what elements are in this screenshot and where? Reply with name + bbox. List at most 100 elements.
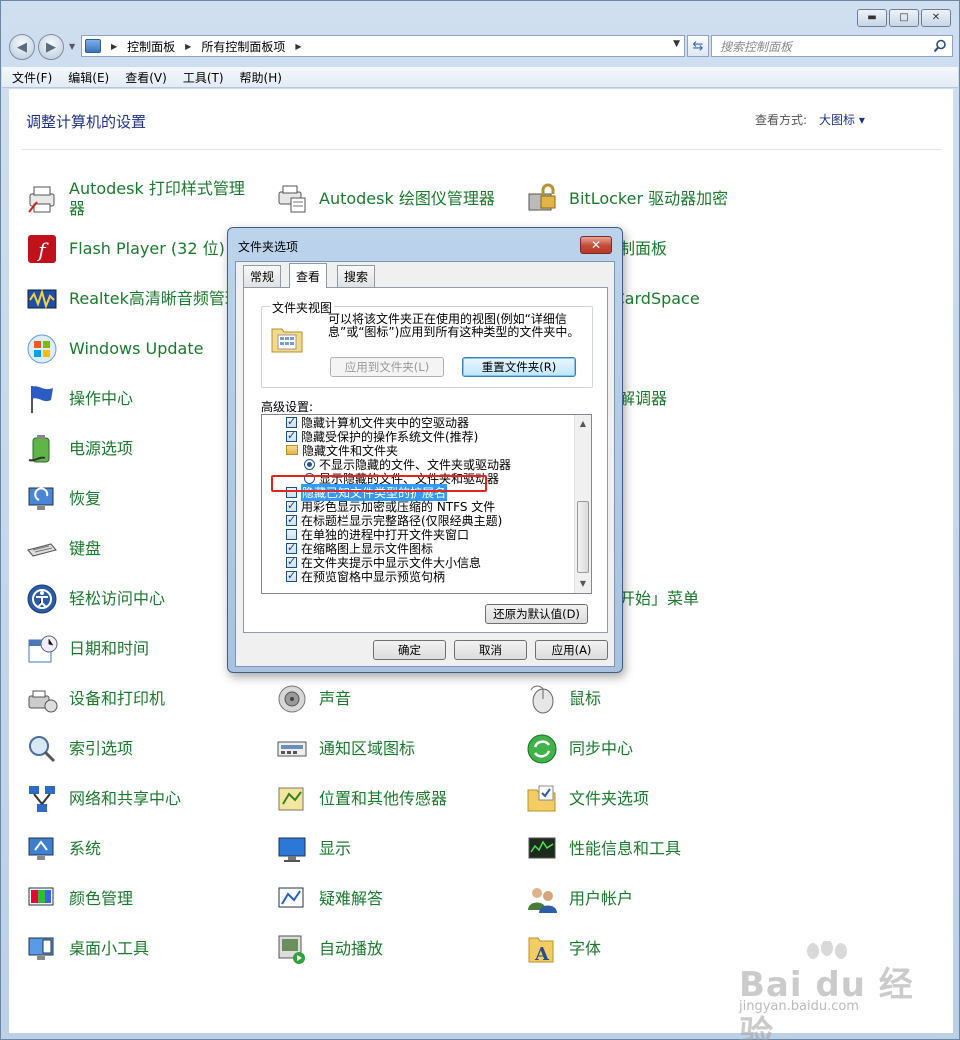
cp-item-sync-center[interactable]: 同步中心 <box>525 729 633 769</box>
back-button[interactable]: ◀ <box>9 34 35 60</box>
cp-item-desktop-gadgets[interactable]: 桌面小工具 <box>25 929 149 969</box>
cp-item-label: 桌面小工具 <box>69 939 150 958</box>
cp-item-ease-of-access[interactable]: 轻松访问中心 <box>25 579 165 619</box>
breadcrumb-separator-icon[interactable]: ▶ <box>185 42 191 51</box>
cp-item-sound[interactable]: 声音 <box>275 679 351 719</box>
address-bar[interactable]: ▶ 控制面板 ▶ 所有控制面板项 ▶ ▼ <box>81 35 685 57</box>
breadcrumb-all-items[interactable]: 所有控制面板项 <box>201 38 285 55</box>
tab-search[interactable]: 搜索 <box>337 265 376 287</box>
checkbox[interactable] <box>286 513 297 526</box>
checkbox[interactable] <box>286 569 297 582</box>
cp-item-recovery[interactable]: 恢复 <box>25 479 101 519</box>
menu-view[interactable]: 查看(V) <box>125 69 167 86</box>
cp-item-power-options[interactable]: 电源选项 <box>25 429 133 469</box>
settings-scrollbar[interactable]: ▲ ▼ <box>574 415 591 593</box>
breadcrumb-control-panel[interactable]: 控制面板 <box>127 38 175 55</box>
checkbox[interactable] <box>286 528 297 540</box>
forward-arrow-icon: ▶ <box>46 39 56 55</box>
annotation-highlight-box <box>271 475 487 492</box>
apply-button[interactable]: 应用(A) <box>535 640 608 660</box>
breadcrumb-separator-icon[interactable]: ▶ <box>295 42 301 51</box>
search-icon[interactable] <box>933 39 947 53</box>
advanced-settings-list[interactable]: 隐藏计算机文件夹中的空驱动器 隐藏受保护的操作系统文件(推荐) 隐藏文件和文件夹… <box>261 414 592 594</box>
restore-defaults-button[interactable]: 还原为默认值(D) <box>485 604 588 624</box>
battery-icon <box>28 435 50 463</box>
menu-tools[interactable]: 工具(T) <box>183 69 224 86</box>
checkbox[interactable] <box>286 555 297 568</box>
cp-item-action-center[interactable]: 操作中心 <box>25 379 133 419</box>
folder-icon <box>286 445 298 455</box>
divider <box>21 149 941 150</box>
reset-folders-button[interactable]: 重置文件夹(R) <box>462 357 576 377</box>
control-panel-icon <box>85 39 101 53</box>
cp-item-autoplay[interactable]: 自动播放 <box>275 929 383 969</box>
cp-item-devices-printers[interactable]: 设备和打印机 <box>25 679 165 719</box>
cp-item-label: 通知区域图标 <box>319 739 416 758</box>
cp-item-troubleshooting[interactable]: 疑难解答 <box>275 879 383 919</box>
breadcrumb-separator-icon[interactable]: ▶ <box>111 42 117 51</box>
cp-item-windows-update[interactable]: Windows Update <box>25 329 203 369</box>
svg-text:A: A <box>534 944 550 965</box>
cp-item-label: 自动播放 <box>319 939 384 958</box>
search-input[interactable]: 搜索控制面板 <box>711 35 953 57</box>
checkbox[interactable] <box>286 429 297 442</box>
cp-item-autodesk-plotter[interactable]: Autodesk 绘图仪管理器 <box>275 179 495 219</box>
view-by-label: 查看方式: <box>755 113 808 127</box>
cp-item-display[interactable]: 显示 <box>275 829 351 869</box>
cp-item-label: 操作中心 <box>69 389 134 408</box>
ok-button[interactable]: 确定 <box>373 640 446 660</box>
forward-button[interactable]: ▶ <box>38 34 64 60</box>
cp-item-realtek-audio[interactable]: Realtek高清晰音频管理器 <box>25 279 257 319</box>
advanced-settings-label: 高级设置: <box>261 400 314 414</box>
recent-pages-dropdown[interactable]: ▼ <box>69 42 75 51</box>
cp-item-keyboard[interactable]: 键盘 <box>25 529 101 569</box>
color-management-icon <box>28 887 54 906</box>
cp-item-system[interactable]: 系统 <box>25 829 101 869</box>
refresh-button[interactable]: ⇆ <box>687 35 709 57</box>
cp-item-mouse[interactable]: 鼠标 <box>525 679 601 719</box>
cp-item-indexing-options[interactable]: 索引选项 <box>25 729 133 769</box>
cp-item-label: 疑难解答 <box>319 889 384 908</box>
location-sensor-icon <box>278 787 304 811</box>
cp-item-fonts[interactable]: A 字体 <box>525 929 601 969</box>
cp-item-user-accounts[interactable]: 用户帐户 <box>525 879 633 919</box>
checkbox[interactable] <box>286 499 297 512</box>
cancel-button[interactable]: 取消 <box>454 640 527 660</box>
checkbox[interactable] <box>286 541 297 554</box>
dialog-close-button[interactable]: ✕ <box>580 236 612 254</box>
setting-row[interactable]: 在预览窗格中显示预览句柄 <box>286 569 445 584</box>
maximize-button[interactable]: □ <box>889 9 919 27</box>
cp-item-label: 恢复 <box>69 489 102 508</box>
address-dropdown-icon[interactable]: ▼ <box>673 39 680 49</box>
cp-item-label: 文件夹选项 <box>569 789 650 808</box>
cp-item-folder-options[interactable]: 文件夹选项 <box>525 779 649 819</box>
cp-item-flash-player[interactable]: f Flash Player (32 位) <box>25 229 225 269</box>
apply-to-folders-button[interactable]: 应用到文件夹(L) <box>330 357 444 377</box>
scroll-thumb[interactable] <box>577 501 589 573</box>
menu-file[interactable]: 文件(F) <box>12 69 52 86</box>
minimize-button[interactable]: ▬ <box>857 9 887 27</box>
cp-item-date-time[interactable]: 日期和时间 <box>25 629 149 669</box>
view-by-dropdown[interactable]: 大图标 ▾ <box>819 111 865 128</box>
menu-help[interactable]: 帮助(H) <box>240 69 282 86</box>
cp-item-autodesk-plot-style[interactable]: Autodesk 打印样式管理器 <box>25 179 249 219</box>
cp-item-label: 同步中心 <box>569 739 634 758</box>
menu-edit[interactable]: 编辑(E) <box>68 69 109 86</box>
cp-item-notification-icons[interactable]: 通知区域图标 <box>275 729 415 769</box>
radio-button[interactable] <box>304 458 315 470</box>
cp-item-performance[interactable]: 性能信息和工具 <box>525 829 681 869</box>
scroll-up-icon[interactable]: ▲ <box>575 415 591 431</box>
tab-view[interactable]: 查看 <box>289 263 328 288</box>
checkbox[interactable] <box>286 415 297 428</box>
close-icon: ✕ <box>590 238 602 252</box>
cp-item-location-sensors[interactable]: 位置和其他传感器 <box>275 779 447 819</box>
cp-item-label: 声音 <box>319 689 352 708</box>
cp-item-color-management[interactable]: 颜色管理 <box>25 879 133 919</box>
scroll-down-icon[interactable]: ▼ <box>575 575 591 591</box>
cp-item-network-sharing[interactable]: 网络和共享中心 <box>25 779 181 819</box>
cp-item-label: 键盘 <box>69 539 102 558</box>
tab-general[interactable]: 常规 <box>243 265 282 287</box>
folder-options-dialog: 文件夹选项 ✕ 常规 查看 搜索 文件夹视图 可以将该文件夹正在使用的视图(例如… <box>227 227 623 673</box>
close-button[interactable]: ✕ <box>921 9 951 27</box>
cp-item-bitlocker[interactable]: BitLocker 驱动器加密 <box>525 179 728 219</box>
